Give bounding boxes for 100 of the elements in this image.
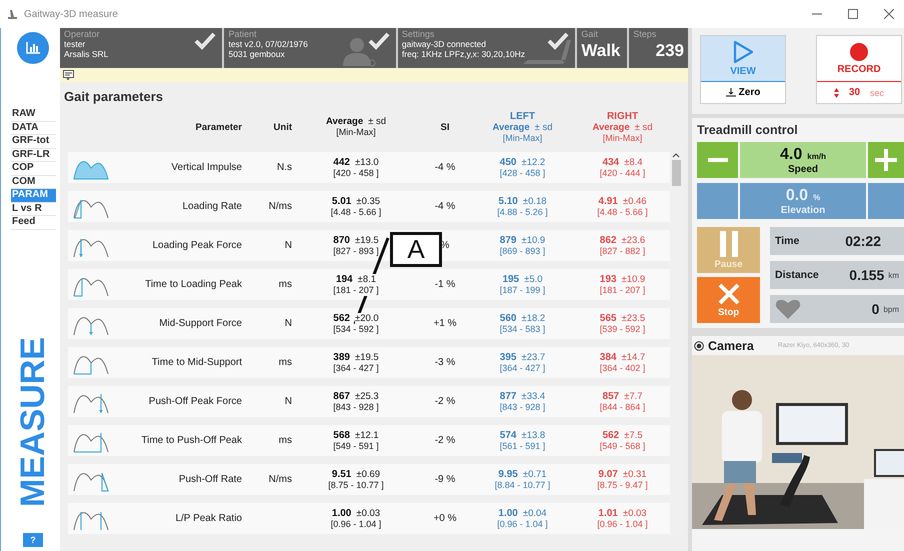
nav-item[interactable]: GRF-tot bbox=[11, 135, 56, 148]
sd-value: ±19.5 bbox=[354, 234, 379, 246]
sd-value: ±8.1 bbox=[358, 274, 376, 284]
column-header: ± sd bbox=[534, 122, 553, 132]
range-value: [428 - 458 ] bbox=[500, 168, 546, 178]
panel-value: Walk bbox=[581, 41, 622, 61]
average-value: 195 bbox=[502, 274, 520, 284]
range-value: [4.48 - 5.66 ] bbox=[597, 206, 648, 218]
callout-label: A bbox=[390, 232, 442, 267]
range-value: [4.48 - 5.66 ] bbox=[330, 206, 382, 218]
range-value: [0.96 - 1.04 ] bbox=[497, 518, 548, 530]
window-title: Gaitway-3D measure bbox=[24, 8, 118, 20]
unit-text: % bbox=[813, 192, 820, 202]
range-value: [534 - 592 ] bbox=[333, 324, 379, 334]
sd-value: ±23.7 bbox=[521, 352, 546, 362]
stat-unit: bpm bbox=[883, 304, 899, 314]
average-value: 9.95 bbox=[498, 468, 518, 480]
sd-value: ±0.18 bbox=[522, 196, 547, 206]
chart-button[interactable] bbox=[17, 32, 49, 64]
panel-text: freq: 1KHz LPFz,y,x: 30,20,10Hz bbox=[402, 49, 526, 59]
average-value: 574 bbox=[500, 430, 516, 440]
panel-text: tester bbox=[64, 39, 86, 49]
zero-icon bbox=[726, 88, 736, 97]
range-value: [869 - 893 ] bbox=[500, 246, 546, 256]
range-value: [187 - 199 ] bbox=[500, 284, 546, 296]
column-header: Average bbox=[592, 122, 630, 132]
close-icon[interactable] bbox=[884, 9, 894, 19]
average-value: 395 bbox=[500, 352, 516, 362]
nav-item[interactable]: Feed bbox=[11, 216, 56, 230]
scroll-up-icon[interactable] bbox=[672, 152, 680, 158]
unit-text: N bbox=[284, 396, 292, 407]
stat-value: 0.155 bbox=[849, 267, 884, 283]
section-title: Gait parameters bbox=[63, 88, 164, 106]
value-label: Speed bbox=[788, 164, 818, 174]
panel-label: Operator bbox=[64, 29, 101, 39]
si-value: -3 % bbox=[434, 357, 456, 368]
duration-unit: sec bbox=[870, 88, 884, 98]
range-value: [539 - 592 ] bbox=[600, 324, 646, 334]
average-value: 1.00 bbox=[498, 508, 518, 518]
average-value: 5.10 bbox=[498, 196, 518, 206]
average-value: 5.01 bbox=[332, 196, 352, 206]
nav-item[interactable]: DATA bbox=[11, 122, 56, 135]
average-value: 9.51 bbox=[332, 468, 352, 480]
sd-value: ±13.8 bbox=[521, 430, 546, 440]
sd-value: ±0.03 bbox=[356, 508, 380, 518]
sd-value: ±0.31 bbox=[622, 468, 647, 480]
average-value: 1.00 bbox=[332, 508, 352, 518]
range-value: [844 - 864 ] bbox=[600, 402, 646, 412]
sd-value: ±5.0 bbox=[524, 274, 543, 284]
parameter-name: Push-Off Peak Force bbox=[148, 396, 242, 407]
parameter-name: Time to Mid-Support bbox=[152, 357, 242, 368]
average-value: 877 bbox=[500, 390, 516, 402]
plus-icon bbox=[875, 149, 897, 171]
sd-value: ±0.46 bbox=[622, 196, 647, 206]
sd-value: ±19.5 bbox=[354, 352, 379, 362]
range-value: [549 - 568 ] bbox=[600, 440, 646, 452]
nav-item[interactable]: GRF-LR bbox=[11, 148, 56, 162]
range-value: [364 - 427 ] bbox=[500, 362, 546, 374]
average-value: 867 bbox=[333, 390, 350, 402]
nav-item[interactable]: COP bbox=[11, 162, 56, 176]
si-value: -2 % bbox=[434, 435, 456, 446]
panel-text: Arsalis SRL bbox=[64, 49, 108, 59]
column-header: SI bbox=[440, 122, 450, 132]
parameter-name: Vertical Impulse bbox=[171, 162, 242, 173]
range-value: [0.96 - 1.04 ] bbox=[330, 518, 382, 530]
parameter-name: L/P Peak Ratio bbox=[175, 513, 242, 524]
column-header: Parameter bbox=[196, 122, 242, 132]
range-value: [827 - 882 ] bbox=[600, 246, 646, 256]
sd-value: ±12.2 bbox=[521, 156, 546, 168]
si-value: -9 % bbox=[434, 474, 456, 485]
check-icon bbox=[368, 32, 390, 50]
panel-value: 239 bbox=[654, 41, 684, 61]
unit-text: N/ms bbox=[268, 474, 292, 485]
average-value: 193 bbox=[600, 274, 616, 284]
maximize-icon[interactable] bbox=[848, 9, 858, 19]
column-header: LEFT bbox=[510, 110, 535, 122]
stat-value: 02:22 bbox=[845, 233, 881, 249]
spinner-icon[interactable] bbox=[834, 88, 839, 98]
parameter-name: Mid-Support Force bbox=[159, 318, 242, 329]
scroll-thumb[interactable] bbox=[672, 160, 680, 186]
note-icon[interactable] bbox=[63, 70, 74, 80]
panel-label: Settings bbox=[402, 29, 436, 39]
average-value: 389 bbox=[333, 352, 350, 362]
range-value: [843 - 928 ] bbox=[500, 402, 546, 412]
average-value: 560 bbox=[500, 312, 516, 324]
range-value: [181 - 207 ] bbox=[600, 284, 646, 296]
sd-value: ±0.04 bbox=[522, 508, 547, 518]
range-value: [0.96 - 1.04 ] bbox=[597, 518, 648, 530]
unit-text: ms bbox=[278, 357, 292, 368]
parameter-name: Time to Push-Off Peak bbox=[141, 435, 242, 446]
sd-value: ±25.3 bbox=[354, 390, 379, 402]
sd-value: ±7.7 bbox=[624, 390, 643, 402]
range-value: [181 - 207 ] bbox=[333, 284, 379, 296]
average-value: 879 bbox=[500, 234, 516, 246]
radio-button[interactable] bbox=[694, 340, 704, 350]
range-value: [827 - 893 ] bbox=[333, 246, 379, 256]
sd-value: ±23.6 bbox=[621, 234, 646, 246]
nav-item[interactable]: RAW bbox=[11, 108, 56, 122]
nav-item[interactable]: L vs R bbox=[11, 202, 56, 216]
average-value: 434 bbox=[602, 156, 620, 168]
